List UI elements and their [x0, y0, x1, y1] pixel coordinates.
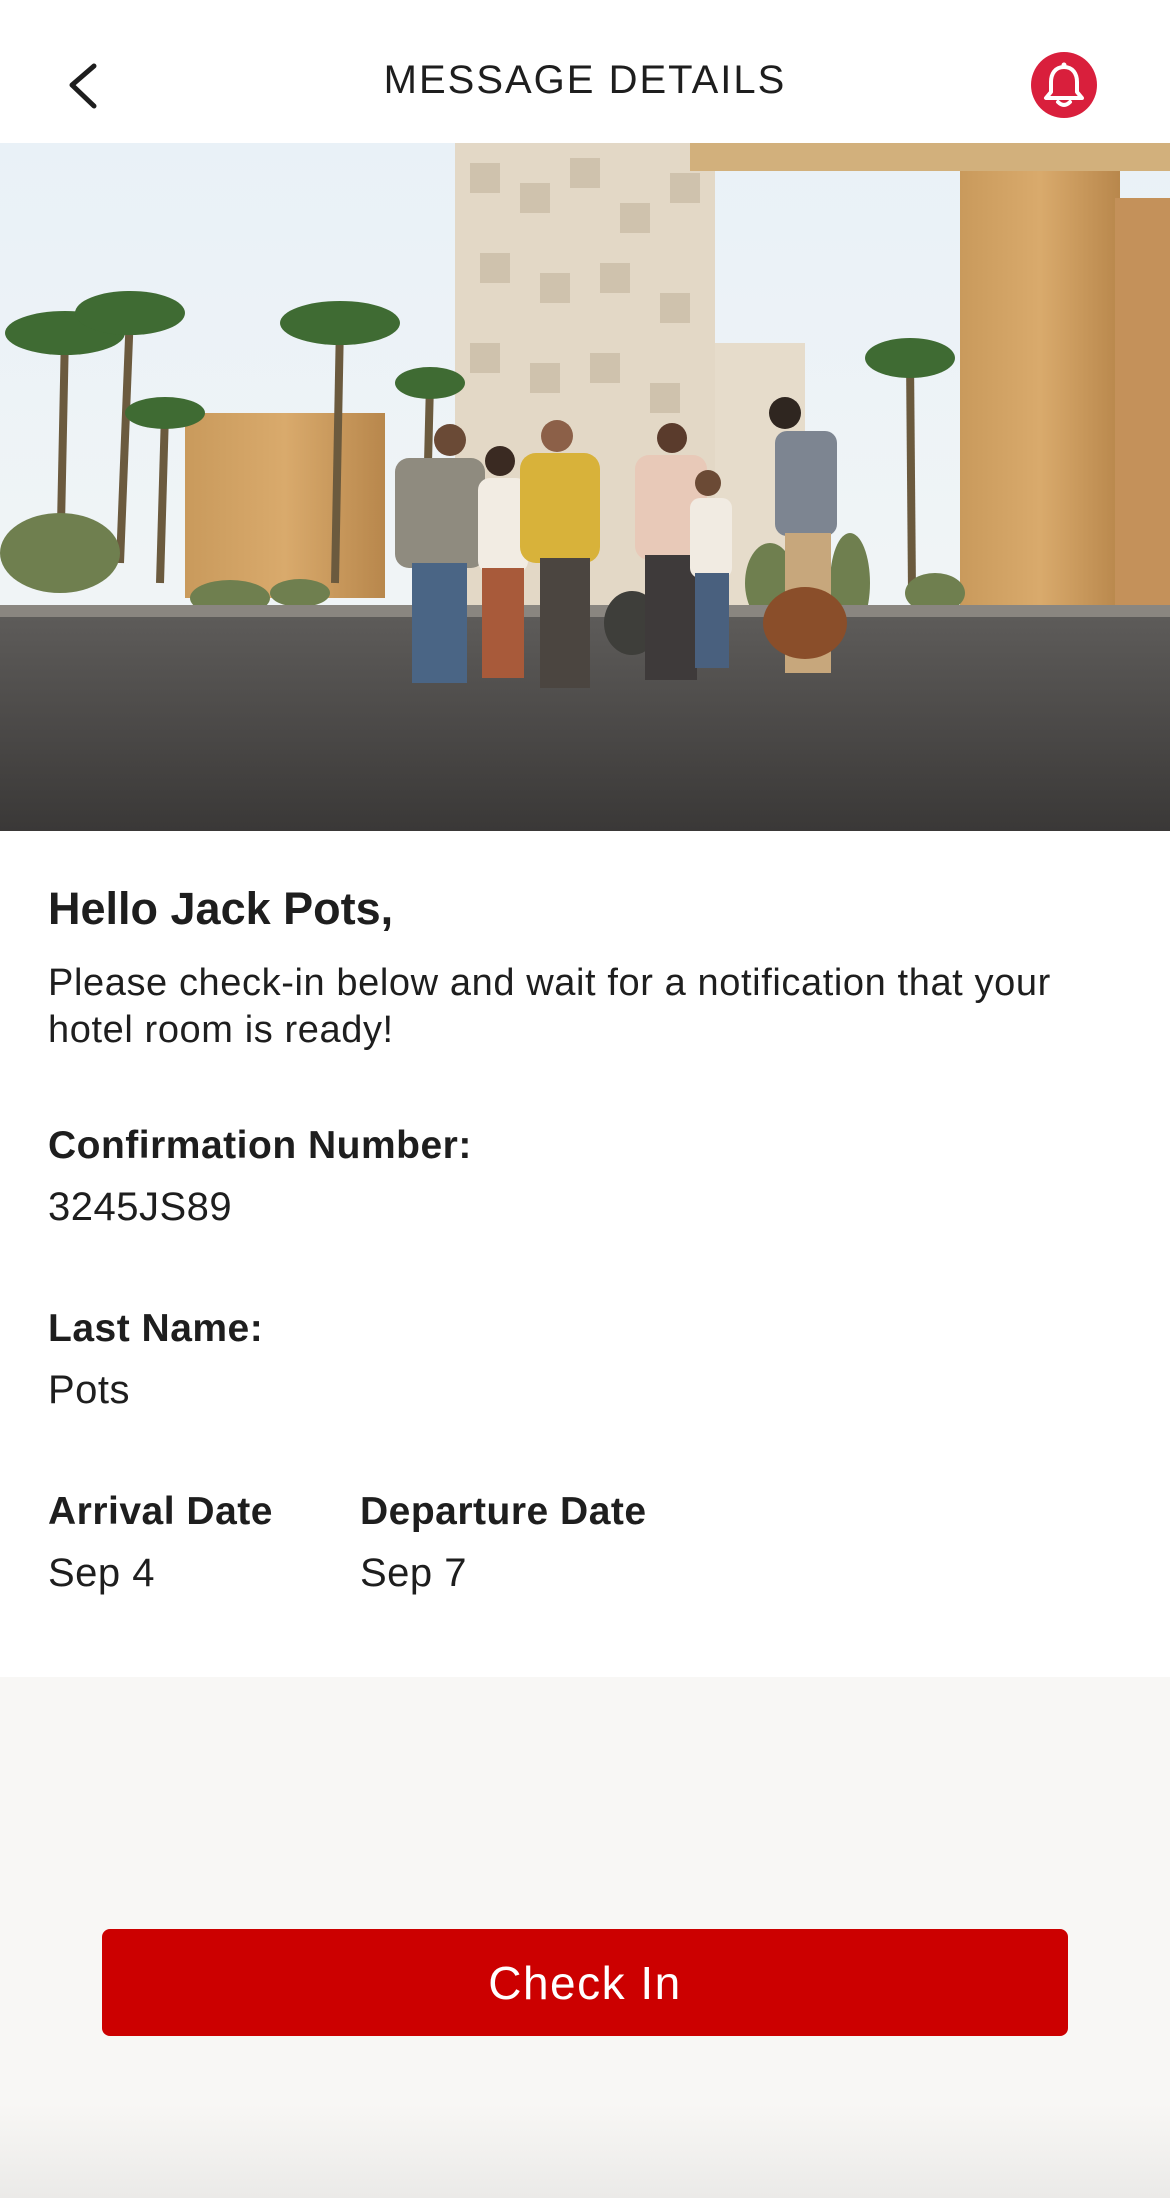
message-body: Please check-in below and wait for a not…	[48, 962, 1051, 1051]
action-footer: Check In	[0, 1677, 1170, 2198]
page-title: MESSAGE DETAILS	[383, 58, 787, 102]
arrival-date-value: Sep 4	[48, 1551, 156, 1595]
top-bar: MESSAGE DETAILS	[0, 0, 1170, 143]
departure-date-value: Sep 7	[360, 1551, 468, 1595]
message-content: Hello Jack Pots, Please check-in below a…	[0, 831, 1170, 1677]
check-in-button[interactable]: Check In	[102, 1929, 1068, 2036]
bell-icon	[1044, 62, 1084, 107]
notifications-button[interactable]	[1031, 52, 1097, 118]
confirmation-number-label: Confirmation Number:	[48, 1124, 472, 1167]
greeting-heading: Hello Jack Pots,	[48, 883, 394, 934]
last-name-value: Pots	[48, 1368, 131, 1412]
last-name-label: Last Name:	[48, 1307, 264, 1350]
arrival-date-label: Arrival Date	[48, 1490, 273, 1533]
hero-image	[0, 143, 1170, 831]
departure-date-label: Departure Date	[360, 1490, 647, 1533]
hotel-guests-photo	[0, 143, 1170, 831]
confirmation-number-value: 3245JS89	[48, 1185, 233, 1229]
